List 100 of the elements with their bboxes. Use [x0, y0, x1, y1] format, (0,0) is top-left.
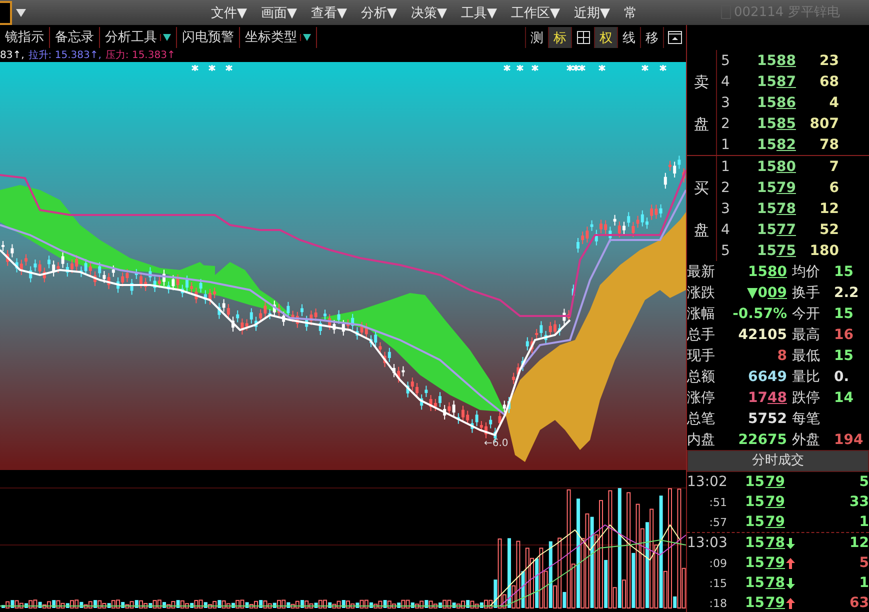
stat-label: 量比 [792, 368, 821, 386]
order-level: 5 [721, 242, 731, 258]
toolbar-button[interactable]: 镜指示 [0, 27, 50, 48]
stat-value: 22675 [737, 432, 787, 448]
menu-item[interactable]: 工具▼ [461, 4, 497, 22]
order-level: 1 [721, 158, 731, 174]
order-level: 4 [721, 74, 731, 90]
menu-item[interactable]: 查看▼ [311, 4, 347, 22]
stat-label: 总手 [687, 326, 716, 344]
stat-value: 42105 [737, 326, 787, 342]
menu-item[interactable]: 近期▼ [574, 4, 610, 22]
stat-label: 最高 [792, 326, 821, 344]
toolbar-button[interactable]: 分析工具 [100, 27, 177, 48]
stat-value: 6649 [747, 368, 787, 384]
down-arrow-icon [786, 538, 795, 548]
stat-label: 涨幅 [687, 304, 716, 322]
grid-icon [576, 31, 590, 44]
toolbar-button[interactable]: 备忘录 [50, 27, 100, 48]
order-price: 1577 [757, 222, 797, 238]
stat-label: 最低 [792, 346, 821, 364]
stat-value: 0. [834, 368, 850, 384]
toolbar-button[interactable]: 坐标类型 [240, 27, 317, 48]
trade-volume: 63 [848, 595, 869, 611]
up-arrow-icon [786, 598, 795, 608]
order-price: 1588 [757, 52, 797, 68]
trade-time: :09 [708, 556, 727, 570]
stat-label: 最新 [687, 262, 716, 280]
trade-time: :51 [708, 496, 727, 508]
order-volume: 7 [828, 158, 839, 174]
menu-item[interactable]: 决策▼ [411, 4, 447, 22]
stat-value: 2.2 [834, 284, 859, 300]
down-arrow-icon [786, 578, 795, 588]
order-level: 5 [721, 52, 731, 68]
up-arrow-icon [786, 558, 795, 568]
trade-volume: 5 [858, 474, 869, 490]
order-volume: 68 [818, 74, 839, 90]
stat-label: 总额 [687, 368, 716, 386]
order-price: 1585 [757, 116, 797, 132]
stat-label: 跌停 [792, 388, 821, 406]
app-icon[interactable] [0, 0, 12, 24]
order-price: 1586 [757, 94, 797, 110]
stat-value: 14 [834, 390, 854, 406]
trade-price: 1579 [745, 494, 785, 510]
price-marker-label: ←6.0 [484, 438, 508, 449]
stat-value: 15 [834, 306, 854, 322]
toolbar-label[interactable]: 闪电预警 [182, 27, 234, 48]
stat-label: 现手 [687, 346, 716, 364]
indicator-value: 压力: 15.383↑ [105, 50, 176, 62]
stat-value: 194 [834, 432, 864, 448]
menu-item[interactable]: 分析▼ [361, 4, 397, 22]
stat-value: 5752 [747, 410, 787, 426]
stat-value: ▼009 [746, 284, 787, 300]
trade-volume: 5 [858, 555, 869, 571]
toolbar-label[interactable]: 备忘录 [55, 27, 94, 48]
stat-label: 每笔 [792, 410, 821, 428]
order-level: 2 [721, 180, 731, 196]
trade-volume: 33 [848, 494, 869, 510]
order-volume: 52 [818, 222, 839, 238]
trade-price: 1579 [745, 514, 785, 530]
trade-time: :15 [708, 576, 727, 590]
order-volume: 6 [828, 180, 839, 196]
stat-value: 15 [834, 348, 854, 364]
toolbar-label[interactable]: 坐标类型 [245, 27, 297, 48]
stat-value: 1580 [747, 264, 787, 280]
toolbar-toggle[interactable]: 线 [617, 27, 640, 48]
stat-value: 15 [834, 264, 854, 280]
stat-label: 今开 [792, 304, 821, 322]
trade-price: 1579 [745, 595, 795, 611]
order-price: 1580 [757, 158, 797, 174]
dropdown-icon[interactable] [160, 34, 171, 41]
toolbar-toggle[interactable]: 标 [548, 27, 571, 48]
stat-label: 内盘 [687, 430, 716, 448]
menu-item[interactable]: 常 [624, 4, 637, 22]
trades-header[interactable]: 分时成交 [687, 450, 869, 472]
toolbar-toggle[interactable]: 移 [640, 27, 663, 48]
order-level: 3 [721, 200, 731, 216]
trade-price: 1579 [745, 555, 795, 571]
indicator-value: 拉升: 15.383↑, [28, 50, 102, 62]
order-side-label: 买盘 [694, 178, 709, 240]
order-price: 1582 [757, 136, 797, 152]
order-volume: 78 [818, 136, 839, 152]
caret-icon[interactable] [16, 8, 26, 16]
menu-item[interactable]: 画面▼ [261, 4, 297, 22]
trade-time: 13:02 [687, 474, 727, 490]
toolbar-label[interactable]: 镜指示 [5, 27, 44, 48]
toolbar-button[interactable]: 闪电预警 [177, 27, 240, 48]
stat-label: 涨停 [687, 388, 716, 406]
toolbar-toggle[interactable]: 权 [594, 27, 617, 48]
trade-price: 1578 [745, 535, 795, 551]
trade-price: 1579 [745, 474, 785, 490]
order-price: 1578 [757, 200, 797, 216]
stat-label: 外盘 [792, 430, 821, 448]
stat-value: 8 [776, 348, 787, 364]
toolbar-label[interactable]: 分析工具 [105, 27, 157, 48]
trade-time: :57 [708, 516, 727, 528]
stat-label: 换手 [792, 284, 821, 302]
menu-item[interactable]: 文件▼ [211, 4, 247, 22]
dropdown-icon[interactable] [300, 34, 311, 41]
menu-item[interactable]: 工作区▼ [511, 4, 560, 22]
order-volume: 180 [808, 242, 839, 258]
